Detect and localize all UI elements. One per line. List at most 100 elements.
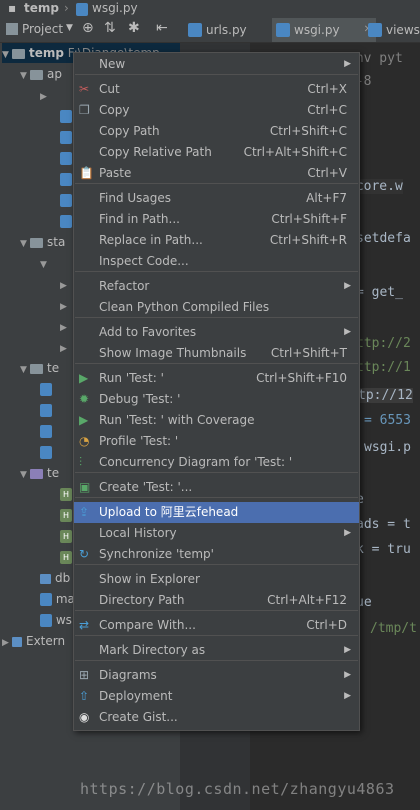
tree-item[interactable]: ws: [40, 610, 72, 630]
menu-item-clean-python-compiled-files[interactable]: Clean Python Compiled Files: [74, 297, 359, 318]
menu-item-local-history[interactable]: Local History ▶: [74, 523, 359, 544]
tab-views[interactable]: views: [364, 18, 420, 42]
code-line: = get_: [356, 285, 403, 300]
chevron-down-icon[interactable]: ▼: [20, 66, 30, 86]
menu-item-synchronize-temp[interactable]: ↻ Synchronize 'temp': [74, 544, 359, 565]
tree-item[interactable]: ▼: [40, 253, 50, 273]
tree-item[interactable]: ▶: [60, 274, 70, 294]
tree-item[interactable]: ▶: [60, 337, 70, 357]
tree-item[interactable]: [40, 400, 52, 420]
chevron-down-icon[interactable]: ▼: [40, 255, 50, 275]
menu-item-label: Compare With...: [99, 618, 196, 632]
chevron-down-icon[interactable]: ▼: [20, 465, 30, 485]
menu-item-show-in-explorer[interactable]: Show in Explorer: [74, 569, 359, 590]
chevron-down-icon[interactable]: ▼: [20, 360, 30, 380]
menu-item-run-test-with-coverage[interactable]: ▶ Run 'Test: ' with Coverage: [74, 410, 359, 431]
tree-item[interactable]: H: [60, 526, 72, 546]
menu-item-copy-path[interactable]: Copy Path Ctrl+Shift+C: [74, 121, 359, 142]
chevron-down-icon[interactable]: ▼: [2, 45, 12, 65]
tree-item[interactable]: ▶: [60, 316, 70, 336]
menu-item-create-test[interactable]: ▣ Create 'Test: '...: [74, 477, 359, 498]
menu-item-profile-test[interactable]: ◔ Profile 'Test: ': [74, 431, 359, 452]
chevron-down-icon[interactable]: ▼: [66, 23, 73, 33]
menu-item-run-test[interactable]: ▶ Run 'Test: ' Ctrl+Shift+F10: [74, 368, 359, 389]
tree-item[interactable]: H: [60, 505, 72, 525]
tree-item[interactable]: [60, 148, 72, 168]
menu-item-mark-directory-as[interactable]: Mark Directory as ▶: [74, 640, 359, 661]
tree-item[interactable]: ▼ te: [20, 463, 59, 483]
tree-item[interactable]: H: [60, 547, 72, 567]
menu-item-shortcut: Ctrl+D: [306, 618, 347, 632]
menu-item-label: Concurrency Diagram for 'Test: ': [99, 455, 293, 469]
menu-item-copy-relative-path[interactable]: Copy Relative Path Ctrl+Alt+Shift+C: [74, 142, 359, 163]
menu-item-find-usages[interactable]: Find Usages Alt+F7: [74, 188, 359, 209]
menu-item-find-in-path[interactable]: Find in Path... Ctrl+Shift+F: [74, 209, 359, 230]
submenu-arrow-icon: ▶: [344, 59, 351, 69]
submenu-arrow-icon: ▶: [344, 670, 351, 680]
collapse-icon[interactable]: ⇅: [104, 20, 116, 36]
chevron-right-icon[interactable]: ▶: [60, 318, 70, 338]
tab-wsgi[interactable]: wsgi.py ✕: [272, 18, 376, 42]
tree-item-external[interactable]: ▶ Extern: [2, 631, 65, 651]
menu-item-label: Run 'Test: ': [99, 371, 164, 385]
tab-urls[interactable]: urls.py: [184, 18, 274, 42]
target-icon[interactable]: ⊕: [82, 20, 94, 36]
menu-item-cut[interactable]: ✂ Cut Ctrl+X: [74, 79, 359, 100]
menu-item-label: Create 'Test: '...: [99, 480, 193, 494]
chevron-right-icon[interactable]: ▶: [60, 297, 70, 317]
tree-item[interactable]: [60, 169, 72, 189]
breadcrumb-file[interactable]: wsgi.py: [92, 1, 138, 15]
paste-icon: 📋: [79, 166, 94, 180]
menu-item-show-image-thumbnails[interactable]: Show Image Thumbnails Ctrl+Shift+T: [74, 343, 359, 364]
create-config-icon: ▣: [79, 480, 91, 494]
menu-item-upload-to-fehead[interactable]: ⇪ Upload to 阿里云fehead: [74, 502, 359, 523]
tree-item[interactable]: [60, 211, 72, 231]
hide-panel-icon[interactable]: ⇤: [156, 20, 168, 36]
code-line: setdefa: [356, 231, 411, 246]
chevron-down-icon[interactable]: ▼: [20, 234, 30, 254]
tree-item[interactable]: ▼ te: [20, 358, 59, 378]
gear-icon[interactable]: ✱: [128, 20, 140, 36]
tree-item[interactable]: ma: [40, 589, 75, 609]
tree-item[interactable]: [40, 442, 52, 462]
folder-icon: ▪: [8, 1, 17, 15]
menu-item-replace-in-path[interactable]: Replace in Path... Ctrl+Shift+R: [74, 230, 359, 251]
tree-item[interactable]: db: [40, 568, 70, 588]
menu-item-debug-test[interactable]: ✹ Debug 'Test: ': [74, 389, 359, 410]
tree-item[interactable]: [60, 127, 72, 147]
menu-item-inspect-code[interactable]: Inspect Code...: [74, 251, 359, 272]
breadcrumb-project[interactable]: temp: [24, 1, 59, 15]
tab-label: wsgi.py: [294, 23, 340, 37]
menu-item-create-gist[interactable]: ◉ Create Gist...: [74, 707, 359, 728]
tree-item[interactable]: H: [60, 484, 72, 504]
python-file-icon: [60, 152, 72, 165]
menu-item-copy[interactable]: ❐ Copy Ctrl+C: [74, 100, 359, 121]
menu-item-diagrams[interactable]: ⊞ Diagrams ▶: [74, 665, 359, 686]
menu-item-compare-with[interactable]: ⇄ Compare With... Ctrl+D: [74, 615, 359, 636]
tree-item[interactable]: ▶: [60, 295, 70, 315]
menu-item-paste[interactable]: 📋 Paste Ctrl+V: [74, 163, 359, 184]
menu-item-refactor[interactable]: Refactor ▶: [74, 276, 359, 297]
menu-item-add-to-favorites[interactable]: Add to Favorites ▶: [74, 322, 359, 343]
tree-root-label: temp: [29, 46, 64, 60]
tree-item[interactable]: ▼ ap: [20, 64, 62, 84]
chevron-right-icon[interactable]: ▶: [60, 276, 70, 296]
tree-item[interactable]: ▼ sta: [20, 232, 65, 252]
python-file-icon: [76, 3, 88, 16]
chevron-right-icon[interactable]: ▶: [2, 633, 12, 653]
tree-item[interactable]: [40, 421, 52, 441]
menu-item-new[interactable]: New ▶: [74, 54, 359, 75]
chevron-right-icon[interactable]: ▶: [60, 339, 70, 359]
tree-item[interactable]: [40, 379, 52, 399]
menu-item-concurrency-diagram-for-test[interactable]: ⫶ Concurrency Diagram for 'Test: ': [74, 452, 359, 473]
submenu-arrow-icon: ▶: [344, 645, 351, 655]
chevron-right-icon[interactable]: ▶: [40, 87, 50, 107]
python-file-icon: [40, 446, 52, 459]
menu-item-directory-path[interactable]: Directory Path Ctrl+Alt+F12: [74, 590, 359, 611]
menu-item-deployment[interactable]: ⇧ Deployment ▶: [74, 686, 359, 707]
diagram-icon: ⊞: [79, 668, 90, 682]
tree-item[interactable]: [60, 190, 72, 210]
tree-item[interactable]: [60, 106, 72, 126]
tree-item[interactable]: ▶: [40, 85, 50, 105]
project-view-selector[interactable]: Project: [22, 22, 63, 36]
